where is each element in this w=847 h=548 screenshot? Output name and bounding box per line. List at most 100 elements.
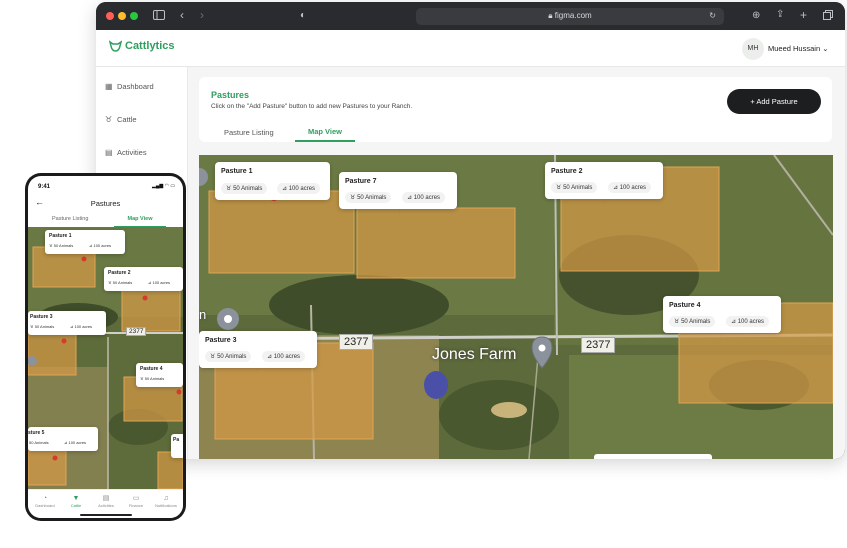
phone-pasture-label-5[interactable]: sture 5 50 Animals ⊿ 100 acres [28,427,98,451]
brand-name: Cattlytics [125,40,175,52]
phone-pasture-label-3[interactable]: Pasture 3 ♉︎ 50 Animals ⊿ 100 acres [28,311,106,335]
bell-icon: ♫︎ [163,495,169,502]
acres-chip: ⊿ 100 acres [608,182,652,193]
sidebar-item-activities[interactable]: ▤ Activities [105,148,147,157]
new-tab-icon[interactable]: + [800,9,807,21]
area-chart-icon: ⊿ [148,280,152,285]
sidebar-item-dashboard[interactable]: ▦ Dashboard [105,82,154,91]
url-text: 🔒︎ figma.com [548,11,592,20]
cow-icon: ♉︎ [105,115,113,124]
pasture-label-2[interactable]: Pasture 2 ♉︎ 50 Animals ⊿ 100 acres [545,162,663,199]
phone-device: 9:41 ▂▄▆ ◠ ▭ ← Pastures Pasture Listing … [25,173,186,521]
cow-icon: ♉︎ [674,319,680,325]
browser-window: ‹ › ◐ 🔒︎ figma.com ↻ ⊕ ⇪ + Cattlytics MH… [96,2,845,459]
area-chart-icon: ⊿ [70,324,74,329]
minimize-window-button[interactable] [118,12,126,20]
grid-icon: ▦ [105,82,113,91]
close-window-button[interactable] [106,12,114,20]
download-icon[interactable]: ⊕ [752,10,760,22]
cow-icon: ♉︎ [49,243,53,248]
back-icon[interactable]: ‹ [180,9,184,21]
pasture-7-area[interactable] [356,207,516,279]
jones-farm-marker-icon[interactable] [531,336,553,369]
phone-tab-pasture-listing[interactable]: Pasture Listing [52,216,88,222]
acres-chip: ⊿ 100 acres [64,440,87,445]
road-label: 2377 [339,334,374,350]
phone-pasture-2-area[interactable] [121,284,181,332]
phone-pin-icon[interactable] [142,295,148,301]
animals-chip: 50 Animals [29,440,49,445]
add-pasture-button[interactable]: + Add Pasture [727,89,821,114]
phone-tab-bar: ◔ Dashboard ▼ Cattle ▤ Activities ▭ Finance … [28,489,183,518]
avatar[interactable]: MH [742,38,764,60]
phone-nav-dashboard[interactable]: ◔ Dashboard [31,494,59,508]
phone-pasture-5-area[interactable] [28,444,67,486]
pasture-label-4[interactable]: Pasture 4 ♉︎ 50 Animals ⊿ 100 acres [663,296,781,333]
pasture-label-3[interactable]: Pasture 3 ♉︎ 50 Animals ⊿ 100 acres [199,331,317,368]
phone-pin-icon[interactable] [61,338,67,344]
maximize-window-button[interactable] [130,12,138,20]
phone-pasture-3-area[interactable] [28,332,77,376]
phone-pasture-label-6[interactable]: Pa [171,434,183,458]
list-icon: ▤ [105,148,113,157]
phone-page-title: Pastures [90,199,121,208]
sidebar-toggle-icon[interactable] [153,10,165,22]
phone-pin-icon[interactable] [52,455,58,461]
phone-satellite-map[interactable]: 2377 Pasture 1 ♉︎ 50 Animals ⊿ 100 acres… [28,227,183,489]
phone-pasture-label-4[interactable]: Pasture 4 ♉︎ 50 Animals [136,363,183,387]
area-chart-icon: ⊿ [613,185,619,191]
acres-chip: ⊿ 100 acres [277,183,321,194]
share-icon[interactable]: ⇪ [776,9,784,21]
pasture-label-1[interactable]: Pasture 1 ♉︎ 50 Animals ⊿ 100 acres [215,162,330,200]
phone-pin-icon[interactable] [176,389,182,395]
phone-screen: 9:41 ▂▄▆ ◠ ▭ ← Pastures Pasture Listing … [28,176,183,518]
phone-nav-activities[interactable]: ▤ Activities [92,494,120,508]
location-marker-icon[interactable] [199,168,208,186]
animals-chip: ♉︎ 50 Animals [669,316,716,327]
sidebar-item-cattle[interactable]: ♉︎ Cattle [105,115,137,124]
animals-chip: ♉︎ 50 Animals [221,183,268,194]
area-chart-icon: ⊿ [731,319,737,325]
page-subtitle: Click on the "Add Pasture" button to add… [211,103,413,110]
cow-icon: ♉︎ [350,195,356,201]
acres-chip: ⊿ 100 acres [89,243,112,248]
user-menu[interactable]: Mueed Hussain ⌄ [768,44,828,53]
cow-logo-icon [108,40,123,52]
cow-icon: ♉︎ [140,376,144,381]
privacy-shield-icon[interactable]: ◐ [300,10,306,22]
pasture-label-7[interactable]: Pasture 7 ♉︎ 50 Animals ⊿ 100 acres [339,172,457,209]
animals-chip: ♉︎ 50 Animals [49,243,74,248]
animals-chip: ♉︎ 50 Animals [205,351,252,362]
activities-icon: ▤ [102,495,110,502]
phone-nav-finance[interactable]: ▭ Finance [122,494,150,508]
area-chart-icon: ⊿ [64,440,68,445]
location-marker-icon[interactable] [217,308,239,330]
phone-pasture-label-2[interactable]: Pasture 2 ♉︎ 50 Animals ⊿ 100 acres [104,267,183,291]
forward-icon[interactable]: › [200,9,204,21]
cow-icon: ♉︎ [108,280,112,285]
reload-icon[interactable]: ↻ [709,11,716,20]
phone-pasture-label-1[interactable]: Pasture 1 ♉︎ 50 Animals ⊿ 100 acres [45,230,125,254]
road-label: 2377 [581,337,616,353]
address-bar[interactable]: 🔒︎ figma.com ↻ [416,8,724,25]
phone-nav-cattle[interactable]: ▼ Cattle [62,494,90,508]
browser-toolbar: ‹ › ◐ 🔒︎ figma.com ↻ ⊕ ⇪ + [96,2,845,30]
pasture-label-partial[interactable] [594,454,712,459]
phone-tab-map-view[interactable]: Map View [114,214,166,227]
pasture-1-area[interactable] [208,190,355,274]
phone-pin-icon[interactable] [81,256,87,262]
satellite-map[interactable]: Jones Farm 2377 2377 n Pasture 1 ♉︎ 50 A… [199,155,833,459]
tab-pasture-listing[interactable]: Pasture Listing [224,128,274,137]
status-time: 9:41 [38,184,51,190]
phone-nav-notifications[interactable]: ♫︎ Notifications [152,494,180,508]
animals-chip: ♉︎ 50 Animals [140,376,165,381]
tab-map-view[interactable]: Map View [295,123,355,142]
animals-chip: ♉︎ 50 Animals [30,324,55,329]
app-viewport: Cattlytics MH Mueed Hussain ⌄ ▦ Dashboard… [96,30,845,459]
map-edge-label: n [199,307,207,322]
acres-chip: ⊿ 100 acres [402,192,446,203]
acres-chip: ⊿ 100 acres [726,316,770,327]
tab-overview-icon[interactable] [823,10,833,22]
brand-logo[interactable]: Cattlytics [108,40,175,52]
cow-icon: ♉︎ [30,324,34,329]
